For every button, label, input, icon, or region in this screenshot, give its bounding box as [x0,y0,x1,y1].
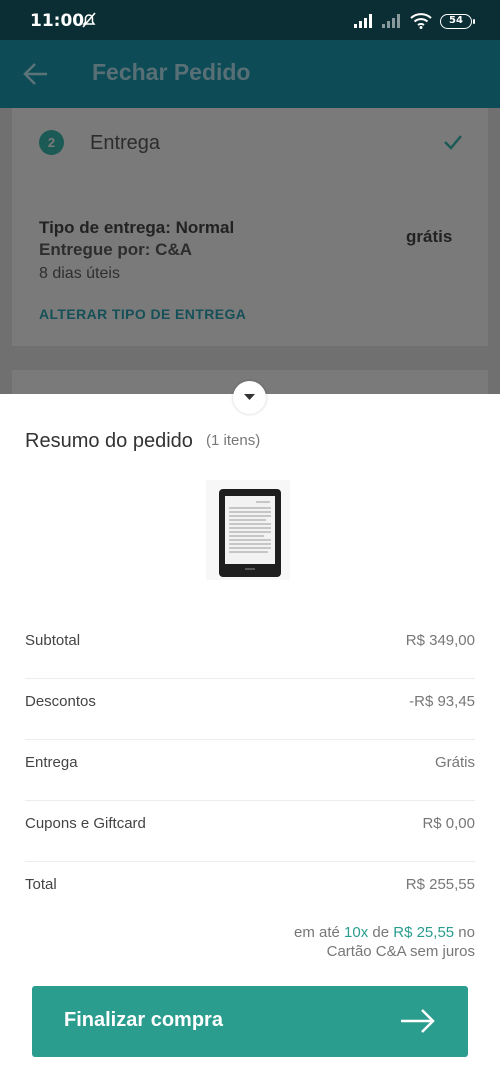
finalize-purchase-label: Finalizar compra [64,1009,223,1031]
row-label: Cupons e Giftcard [25,815,146,832]
summary-row-discounts: Descontos -R$ 93,45 [25,679,475,740]
status-bar: 11:00 54 [0,0,500,40]
row-value: -R$ 93,45 [409,693,475,710]
row-value: R$ 349,00 [405,632,475,649]
delivery-type: Tipo de entrega: Normal [39,218,235,237]
collapse-sheet-button[interactable] [233,381,266,414]
product-image [206,480,290,580]
delivered-by: Entregue por: C&A [39,240,192,259]
back-arrow-icon[interactable] [22,60,50,88]
summary-row-subtotal: Subtotal R$ 349,00 [25,618,475,679]
status-time: 11:00 [30,11,85,31]
status-icons: 54 [354,11,475,31]
row-label: Subtotal [25,632,81,649]
summary-row-delivery: Entrega Grátis [25,740,475,801]
row-value: R$ 0,00 [422,815,475,832]
app-bar: Fechar Pedido [0,40,500,108]
step-number: 2 [39,130,64,155]
installments-info: em até 10x de R$ 25,55 no Cartão C&A sem… [175,923,475,961]
page-title: Fechar Pedido [92,59,251,85]
row-value: R$ 255,55 [405,876,475,893]
arrow-right-icon [401,1009,435,1033]
row-label: Total [25,876,57,893]
summary-title: Resumo do pedido [25,430,193,452]
installments-prefix: em até [294,924,345,941]
delivery-price: grátis [406,227,453,246]
check-icon [444,135,462,150]
row-value: Grátis [434,754,475,771]
summary-item-count: (1 itens) [206,432,261,449]
silent-icon [82,12,96,28]
battery-icon: 54 [440,13,475,29]
signal-icon [354,14,372,28]
installments-times: 10x [344,924,369,941]
row-label: Entrega [25,754,78,771]
chevron-down-icon [244,394,255,400]
installments-suffix: no [454,924,475,941]
change-delivery-link[interactable]: ALTERAR TIPO DE ENTREGA [39,306,246,322]
installments-card: Cartão C&A sem juros [326,943,475,960]
delivery-days: 8 dias úteis [39,265,120,282]
installments-mid: de [368,924,394,941]
step-title: Entrega [90,132,161,154]
wifi-icon [410,13,432,29]
summary-row-total: Total R$ 255,55 [25,862,475,923]
row-label: Descontos [25,693,96,710]
installments-amount: R$ 25,55 [393,924,455,941]
summary-row-coupons: Cupons e Giftcard R$ 0,00 [25,801,475,862]
signal-icon [382,14,400,28]
finalize-purchase-button[interactable]: Finalizar compra [32,986,468,1057]
